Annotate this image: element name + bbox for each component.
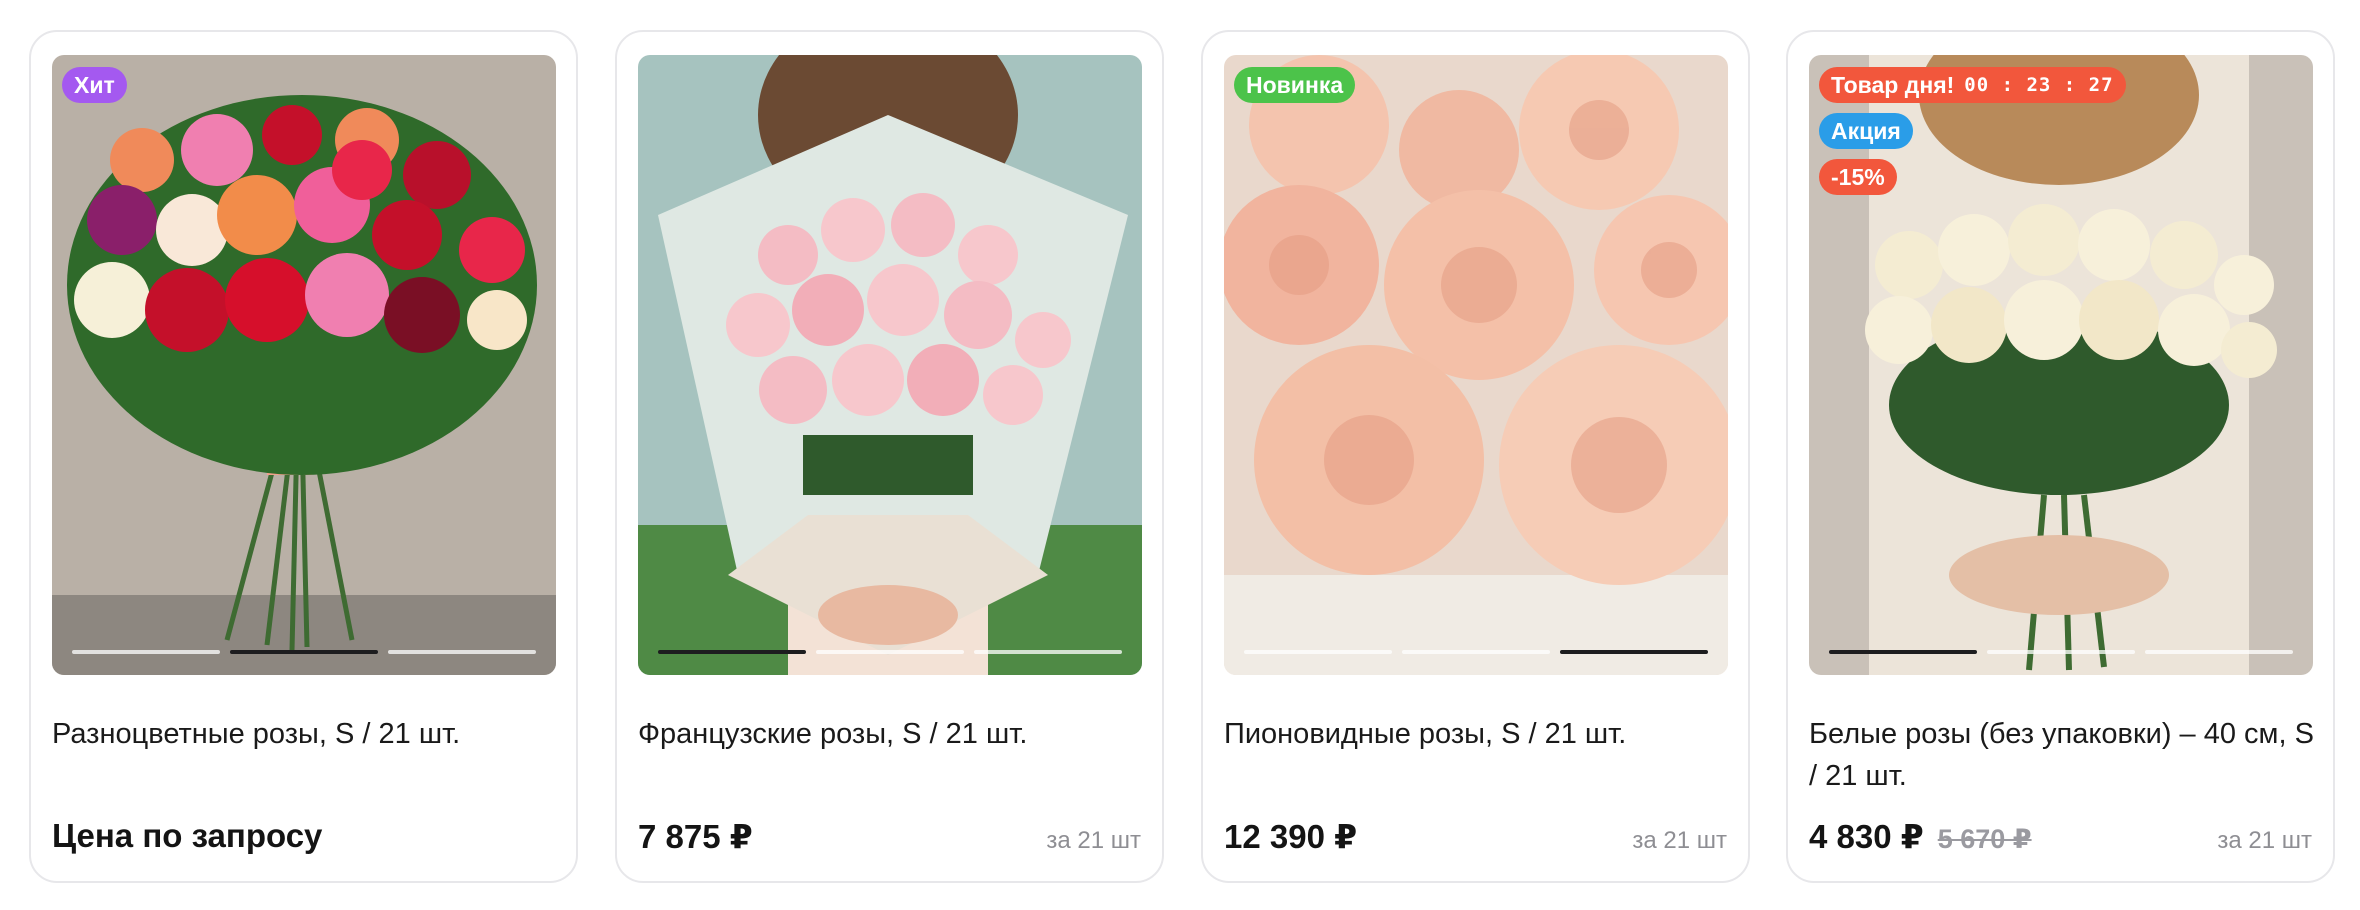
new-badge: Новинка [1234,67,1356,103]
product-grid: Хит Разноцветные розы, S / 21 шт. Цена п… [0,0,2360,910]
price-row: Цена по запросу [52,817,555,855]
slide-dot[interactable] [1987,650,2135,654]
price-unit: за 21 шт [2217,827,2312,854]
product-image[interactable]: Товар дня! 00 : 23 : 27 Акция -15% [1809,55,2313,675]
price-row: 7 875 ₽ за 21 шт [638,817,1141,856]
slide-dot[interactable] [72,650,220,654]
slide-dot[interactable] [388,650,536,654]
price: 12 390 ₽ [1224,818,1358,855]
hit-badge: Хит [62,67,127,103]
image-slider-indicator[interactable] [1244,650,1708,654]
product-card-white-roses[interactable]: Товар дня! 00 : 23 : 27 Акция -15% Белые… [1786,30,2335,883]
multicolor-roses-image [52,55,556,675]
price-unit: за 21 шт [1046,827,1141,854]
deal-of-day-badge: Товар дня! 00 : 23 : 27 [1819,67,2126,103]
image-slider-indicator[interactable] [658,650,1122,654]
product-image[interactable]: Хит [52,55,556,675]
slide-dot[interactable] [816,650,964,654]
slide-dot-active[interactable] [1829,650,1977,654]
badges: Товар дня! 00 : 23 : 27 Акция -15% [1819,67,2126,195]
product-card-peony-roses[interactable]: Новинка Пионовидные розы, S / 21 шт. 12 … [1201,30,1750,883]
price-on-request: Цена по запросу [52,817,323,854]
price-row: 12 390 ₽ за 21 шт [1224,817,1727,856]
peony-roses-image [1224,55,1728,675]
slide-dot-active[interactable] [658,650,806,654]
product-card-multicolor-roses[interactable]: Хит Разноцветные розы, S / 21 шт. Цена п… [29,30,578,883]
price-unit: за 21 шт [1632,827,1727,854]
slide-dot-active[interactable] [230,650,378,654]
countdown-timer: 00 : 23 : 27 [1964,74,2114,96]
slide-dot[interactable] [1244,650,1392,654]
product-title[interactable]: Пионовидные розы, S / 21 шт. [1224,713,1729,755]
slide-dot-active[interactable] [1560,650,1708,654]
product-title[interactable]: Разноцветные розы, S / 21 шт. [52,713,557,755]
badges: Новинка [1234,67,1356,103]
price: 7 875 ₽ [638,818,753,855]
promo-badge: Акция [1819,113,1913,149]
product-image[interactable]: Новинка [1224,55,1728,675]
old-price: 5 670 ₽ [1937,824,2032,854]
french-roses-image [638,55,1142,675]
image-slider-indicator[interactable] [72,650,536,654]
price: 4 830 ₽ [1809,818,1924,855]
deal-of-day-label: Товар дня! [1831,71,1955,98]
price-row: 4 830 ₽ 5 670 ₽ за 21 шт [1809,817,2312,856]
image-slider-indicator[interactable] [1829,650,2293,654]
badges: Хит [62,67,127,103]
product-title[interactable]: Белые розы (без упаковки) – 40 см, S / 2… [1809,713,2314,797]
slide-dot[interactable] [2145,650,2293,654]
product-title[interactable]: Французские розы, S / 21 шт. [638,713,1143,755]
discount-badge: -15% [1819,159,1897,195]
product-image[interactable] [638,55,1142,675]
product-card-french-roses[interactable]: Французские розы, S / 21 шт. 7 875 ₽ за … [615,30,1164,883]
slide-dot[interactable] [1402,650,1550,654]
slide-dot[interactable] [974,650,1122,654]
